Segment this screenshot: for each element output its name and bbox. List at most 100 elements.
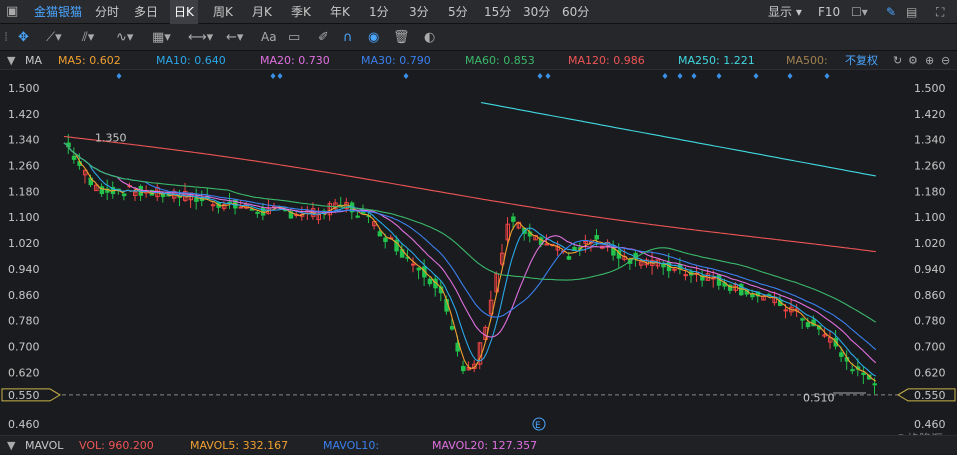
ma60-value: MA60: 0.853 [465,54,535,67]
eye-icon[interactable]: ◉ [368,24,379,51]
candle-body [672,268,677,271]
y-tick-label-left: 1.500 [8,82,40,95]
candle-body [255,211,260,214]
y-tick-label-right: 1.020 [914,237,946,250]
y-tick-label-right: 0.940 [914,263,946,276]
ma250-value: MA250: 1.221 [678,54,755,67]
candle-body [449,326,455,330]
expand-icon[interactable]: ⛶ [936,0,944,24]
y-tick-label-right: 0.620 [914,366,946,379]
event-diamond-icon[interactable] [824,73,830,79]
wave-icon[interactable]: ∿▾ [116,24,133,51]
eraser-icon[interactable]: ✐ [318,24,329,51]
comment-icon[interactable]: ▭ [288,24,300,51]
y-tick-label-left: 0.620 [8,366,40,379]
channel-icon[interactable]: ⫽▾ [82,24,94,51]
y-tick-label-left: 0.700 [8,340,40,353]
candle-body [750,293,755,298]
event-diamond-icon[interactable] [753,73,759,79]
tab-rik[interactable]: 日K [170,0,198,24]
tab-zhouk[interactable]: 周K [213,0,233,24]
y-tick-label-left: 0.780 [8,315,40,328]
settings-icon[interactable]: ⚙ [908,51,918,70]
tab-15min[interactable]: 15分 [484,0,511,24]
display-button[interactable]: 显示 ▾ [768,0,802,24]
high-price-annotation: 1.350 [95,131,127,144]
candle-body [861,372,866,376]
y-tick-label-right: 1.420 [914,108,946,121]
candle-body [566,256,572,260]
y-tick-label-right: 1.260 [914,160,946,173]
event-diamond-icon[interactable] [716,73,722,79]
tab-fenshi[interactable]: 分时 [95,0,119,24]
top-bar: ▣ 金猫银猫 分时 多日 日K 周K 月K 季K 年K 1分 3分 5分 15分… [0,0,957,24]
candle-body [71,155,77,160]
collapse-icon[interactable]: ▼ [7,51,15,70]
ma30-value: MA30: 0.790 [361,54,431,67]
grip-icon: ⁞ [4,30,9,45]
event-diamond-icon[interactable] [116,73,122,79]
ma10-line [63,142,877,377]
y-tick-label-right: 1.340 [914,134,946,147]
trash-icon[interactable]: 🗑 [393,24,410,51]
remove-icon[interactable]: ⊖ [941,51,950,70]
arrow-left-icon[interactable]: ←▾ [226,24,243,51]
magnet-icon[interactable]: ∩ [343,24,353,51]
event-diamond-icon[interactable] [662,73,668,79]
window-icon[interactable]: ▤ [906,0,917,24]
event-diamond-icon[interactable] [403,73,409,79]
y-tick-label-left: 1.180 [8,185,40,198]
draw-pen-icon[interactable]: ✎ [886,0,896,24]
range-icon[interactable]: ⟷▾ [188,24,213,51]
crosshair-icon[interactable]: ✥ [18,24,29,51]
event-diamond-icon[interactable] [270,73,276,79]
event-diamond-icon[interactable] [691,73,697,79]
event-diamond-icon[interactable] [787,73,793,79]
text-icon[interactable]: Aa [261,24,277,51]
vol-collapse-icon[interactable]: ▼ [7,436,15,455]
candle-body [238,206,244,209]
mavol5-value: MAVOL5: 332.167 [190,439,289,452]
adjust-button[interactable]: 不复权 [845,51,878,70]
candle-body [194,197,199,202]
ma10-value: MA10: 0.640 [156,54,226,67]
candle-body [850,369,855,372]
tab-niank[interactable]: 年K [330,0,350,24]
measure-icon[interactable]: ▦▾ [152,24,171,51]
candle-body [839,352,844,357]
toggle-icon[interactable]: ◐ [424,24,435,51]
line-icon[interactable]: ⟋▾ [46,24,62,51]
y-tick-label-right: 0.860 [914,289,946,302]
tab-yuek[interactable]: 月K [252,0,272,24]
tab-5min[interactable]: 5分 [448,0,468,24]
y-tick-label-left: 1.420 [8,108,40,121]
sidebar-toggle-icon[interactable]: ▣ [6,0,18,25]
tab-1min[interactable]: 1分 [369,0,389,24]
candle-body [783,309,789,312]
kline-chart[interactable]: 1.500 1.420 1.340 1.260 1.180 1.100 1.020 0.940… [0,70,957,435]
y-tick-label-left: 1.260 [8,160,40,173]
candle-body [121,193,127,197]
candle-body [683,274,688,277]
tab-30min[interactable]: 30分 [523,0,550,24]
refresh-icon[interactable]: ↻ [893,51,902,70]
add-icon[interactable]: ⊕ [925,51,934,70]
f10-button[interactable]: F10 [818,0,840,24]
layout-icon[interactable]: ☐▾ [851,0,868,24]
tab-jik[interactable]: 季K [291,0,311,24]
y-tick-label-left: 1.340 [8,134,40,147]
candle-body [210,204,216,207]
y-tick-label-right: 1.500 [914,82,946,95]
stock-name[interactable]: 金猫银猫 [34,0,82,24]
tab-60min[interactable]: 60分 [562,0,589,24]
ma30-line [63,142,877,351]
vol-value: VOL: 960.200 [79,439,154,452]
tab-3min[interactable]: 3分 [409,0,429,24]
event-diamond-icon[interactable] [677,73,683,79]
event-diamond-icon[interactable] [537,73,543,79]
event-diamond-icon[interactable] [277,73,283,79]
event-marker-label: E [535,421,541,431]
candle-body [872,383,877,386]
event-diamond-icon[interactable] [545,73,551,79]
tab-duori[interactable]: 多日 [134,0,158,24]
